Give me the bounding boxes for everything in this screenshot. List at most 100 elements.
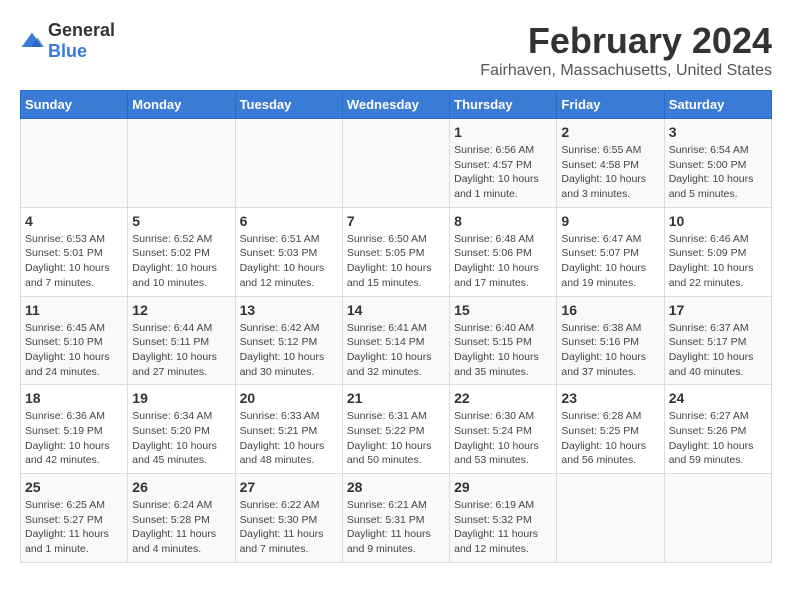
calendar-cell	[664, 474, 771, 563]
calendar-cell: 15 Sunrise: 6:40 AM Sunset: 5:15 PM Dayli…	[450, 296, 557, 385]
main-title: February 2024	[480, 20, 772, 62]
calendar-cell: 21 Sunrise: 6:31 AM Sunset: 5:22 PM Dayli…	[342, 385, 449, 474]
calendar-cell: 20Sunrise: 6:33 AM Sunset: 5:21 PM Dayli…	[235, 385, 342, 474]
header-cell-wednesday: Wednesday	[342, 91, 449, 119]
day-number: 5	[132, 213, 230, 229]
day-number: 24	[669, 390, 767, 406]
day-info: Sunrise: 6:44 AM Sunset: 5:11 PM Dayligh…	[132, 321, 230, 380]
calendar-cell: 12 Sunrise: 6:44 AM Sunset: 5:11 PM Dayli…	[128, 296, 235, 385]
day-number: 22	[454, 390, 552, 406]
day-number: 7	[347, 213, 445, 229]
calendar-cell: 24 Sunrise: 6:27 AM Sunset: 5:26 PM Dayli…	[664, 385, 771, 474]
calendar-cell: 28 Sunrise: 6:21 AM Sunset: 5:31 PM Dayli…	[342, 474, 449, 563]
calendar-header: SundayMondayTuesdayWednesdayThursdayFrid…	[21, 91, 772, 119]
calendar-cell: 16 Sunrise: 6:38 AM Sunset: 5:16 PM Dayli…	[557, 296, 664, 385]
calendar-cell: 8Sunrise: 6:48 AM Sunset: 5:06 PM Daylig…	[450, 207, 557, 296]
calendar-cell: 19 Sunrise: 6:34 AM Sunset: 5:20 PM Dayli…	[128, 385, 235, 474]
week-row-1: 4Sunrise: 6:53 AM Sunset: 5:01 PM Daylig…	[21, 207, 772, 296]
calendar-table: SundayMondayTuesdayWednesdayThursdayFrid…	[20, 90, 772, 563]
day-info: Sunrise: 6:47 AM Sunset: 5:07 PM Dayligh…	[561, 232, 659, 291]
calendar-cell: 18 Sunrise: 6:36 AM Sunset: 5:19 PM Dayli…	[21, 385, 128, 474]
day-info: Sunrise: 6:42 AM Sunset: 5:12 PM Dayligh…	[240, 321, 338, 380]
day-number: 13	[240, 302, 338, 318]
day-info: Sunrise: 6:28 AM Sunset: 5:25 PM Dayligh…	[561, 409, 659, 468]
day-info: Sunrise: 6:53 AM Sunset: 5:01 PM Dayligh…	[25, 232, 123, 291]
day-number: 16	[561, 302, 659, 318]
day-number: 3	[669, 124, 767, 140]
day-number: 28	[347, 479, 445, 495]
day-info: Sunrise: 6:51 AM Sunset: 5:03 PM Dayligh…	[240, 232, 338, 291]
day-info: Sunrise: 6:54 AM Sunset: 5:00 PM Dayligh…	[669, 143, 767, 202]
day-info: Sunrise: 6:48 AM Sunset: 5:06 PM Dayligh…	[454, 232, 552, 291]
day-number: 2	[561, 124, 659, 140]
day-number: 21	[347, 390, 445, 406]
day-number: 25	[25, 479, 123, 495]
day-number: 17	[669, 302, 767, 318]
day-info: Sunrise: 6:27 AM Sunset: 5:26 PM Dayligh…	[669, 409, 767, 468]
week-row-3: 18 Sunrise: 6:36 AM Sunset: 5:19 PM Dayli…	[21, 385, 772, 474]
title-area: February 2024 Fairhaven, Massachusetts, …	[480, 20, 772, 80]
calendar-cell: 7 Sunrise: 6:50 AM Sunset: 5:05 PM Daylig…	[342, 207, 449, 296]
calendar-cell: 22 Sunrise: 6:30 AM Sunset: 5:24 PM Dayli…	[450, 385, 557, 474]
week-row-2: 11 Sunrise: 6:45 AM Sunset: 5:10 PM Dayli…	[21, 296, 772, 385]
day-info: Sunrise: 6:30 AM Sunset: 5:24 PM Dayligh…	[454, 409, 552, 468]
day-number: 26	[132, 479, 230, 495]
calendar-cell: 3 Sunrise: 6:54 AM Sunset: 5:00 PM Daylig…	[664, 119, 771, 208]
header-cell-thursday: Thursday	[450, 91, 557, 119]
subtitle: Fairhaven, Massachusetts, United States	[480, 62, 772, 80]
day-number: 19	[132, 390, 230, 406]
calendar-cell: 13 Sunrise: 6:42 AM Sunset: 5:12 PM Dayli…	[235, 296, 342, 385]
calendar-cell: 25 Sunrise: 6:25 AM Sunset: 5:27 PM Dayli…	[21, 474, 128, 563]
day-number: 29	[454, 479, 552, 495]
day-info: Sunrise: 6:24 AM Sunset: 5:28 PM Dayligh…	[132, 498, 230, 557]
calendar-cell	[21, 119, 128, 208]
day-info: Sunrise: 6:37 AM Sunset: 5:17 PM Dayligh…	[669, 321, 767, 380]
calendar-cell: 4Sunrise: 6:53 AM Sunset: 5:01 PM Daylig…	[21, 207, 128, 296]
logo: General Blue	[20, 20, 115, 62]
header-cell-sunday: Sunday	[21, 91, 128, 119]
day-number: 15	[454, 302, 552, 318]
day-info: Sunrise: 6:34 AM Sunset: 5:20 PM Dayligh…	[132, 409, 230, 468]
calendar-body: 1 Sunrise: 6:56 AM Sunset: 4:57 PM Daylig…	[21, 119, 772, 563]
calendar-cell: 1 Sunrise: 6:56 AM Sunset: 4:57 PM Daylig…	[450, 119, 557, 208]
calendar-cell: 29Sunrise: 6:19 AM Sunset: 5:32 PM Dayli…	[450, 474, 557, 563]
calendar-cell: 17 Sunrise: 6:37 AM Sunset: 5:17 PM Dayli…	[664, 296, 771, 385]
logo-text-general: General	[48, 20, 115, 40]
day-number: 6	[240, 213, 338, 229]
calendar-cell	[557, 474, 664, 563]
calendar-cell: 2Sunrise: 6:55 AM Sunset: 4:58 PM Daylig…	[557, 119, 664, 208]
day-info: Sunrise: 6:45 AM Sunset: 5:10 PM Dayligh…	[25, 321, 123, 380]
header-cell-saturday: Saturday	[664, 91, 771, 119]
day-number: 1	[454, 124, 552, 140]
day-number: 11	[25, 302, 123, 318]
header-cell-friday: Friday	[557, 91, 664, 119]
day-number: 14	[347, 302, 445, 318]
day-info: Sunrise: 6:56 AM Sunset: 4:57 PM Dayligh…	[454, 143, 552, 202]
day-info: Sunrise: 6:46 AM Sunset: 5:09 PM Dayligh…	[669, 232, 767, 291]
day-info: Sunrise: 6:50 AM Sunset: 5:05 PM Dayligh…	[347, 232, 445, 291]
calendar-cell: 26 Sunrise: 6:24 AM Sunset: 5:28 PM Dayli…	[128, 474, 235, 563]
day-info: Sunrise: 6:33 AM Sunset: 5:21 PM Dayligh…	[240, 409, 338, 468]
day-number: 23	[561, 390, 659, 406]
day-info: Sunrise: 6:21 AM Sunset: 5:31 PM Dayligh…	[347, 498, 445, 557]
calendar-cell: 14 Sunrise: 6:41 AM Sunset: 5:14 PM Dayli…	[342, 296, 449, 385]
calendar-cell: 10 Sunrise: 6:46 AM Sunset: 5:09 PM Dayli…	[664, 207, 771, 296]
header-cell-tuesday: Tuesday	[235, 91, 342, 119]
calendar-cell: 6 Sunrise: 6:51 AM Sunset: 5:03 PM Daylig…	[235, 207, 342, 296]
day-info: Sunrise: 6:41 AM Sunset: 5:14 PM Dayligh…	[347, 321, 445, 380]
day-info: Sunrise: 6:31 AM Sunset: 5:22 PM Dayligh…	[347, 409, 445, 468]
day-number: 10	[669, 213, 767, 229]
day-info: Sunrise: 6:25 AM Sunset: 5:27 PM Dayligh…	[25, 498, 123, 557]
day-number: 12	[132, 302, 230, 318]
logo-icon	[20, 31, 44, 51]
day-info: Sunrise: 6:38 AM Sunset: 5:16 PM Dayligh…	[561, 321, 659, 380]
day-info: Sunrise: 6:40 AM Sunset: 5:15 PM Dayligh…	[454, 321, 552, 380]
calendar-cell: 27Sunrise: 6:22 AM Sunset: 5:30 PM Dayli…	[235, 474, 342, 563]
day-info: Sunrise: 6:52 AM Sunset: 5:02 PM Dayligh…	[132, 232, 230, 291]
day-info: Sunrise: 6:36 AM Sunset: 5:19 PM Dayligh…	[25, 409, 123, 468]
calendar-cell	[342, 119, 449, 208]
calendar-cell	[235, 119, 342, 208]
day-number: 18	[25, 390, 123, 406]
day-info: Sunrise: 6:22 AM Sunset: 5:30 PM Dayligh…	[240, 498, 338, 557]
logo-text-blue: Blue	[48, 41, 87, 61]
